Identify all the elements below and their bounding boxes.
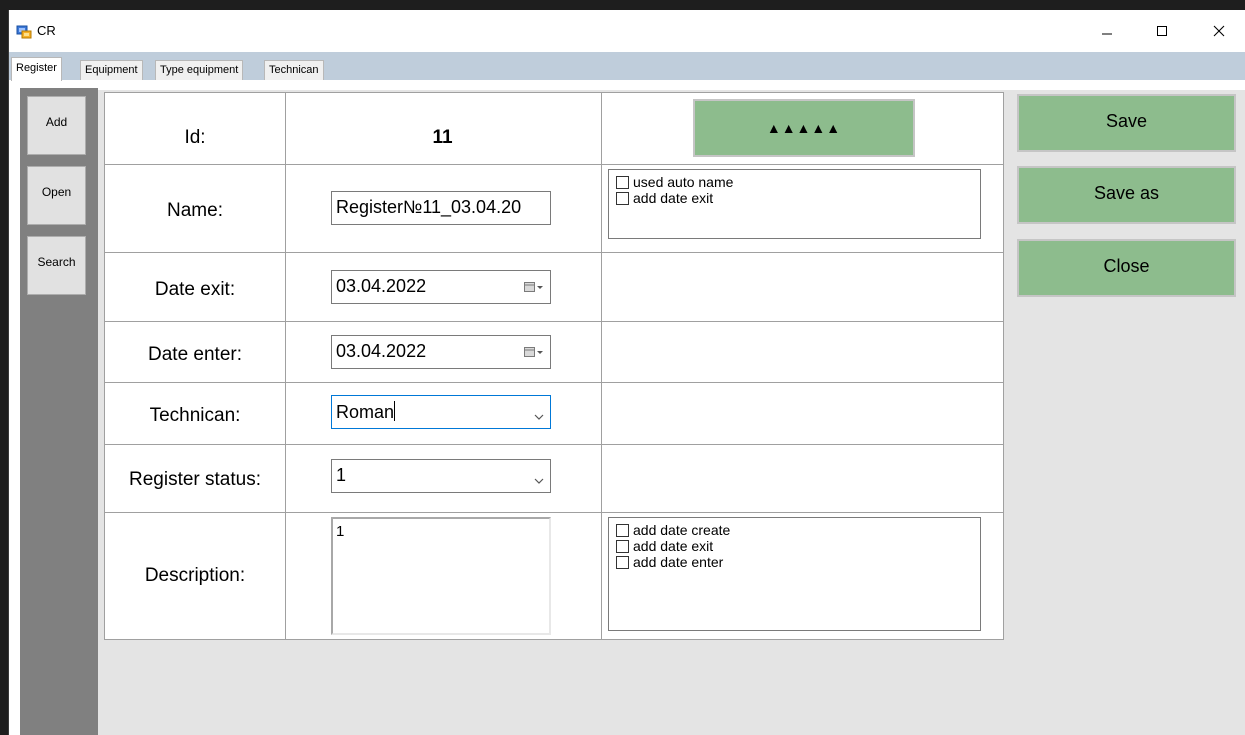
technican-value: Roman: [336, 402, 395, 422]
chevron-down-icon[interactable]: [534, 470, 544, 491]
checkbox-box: [616, 523, 629, 537]
generate-name-button[interactable]: ▲▲▲▲▲: [693, 99, 915, 157]
maximize-button[interactable]: [1139, 10, 1185, 52]
date-exit-value: 03.04.2022: [336, 276, 427, 296]
name-add-date-exit-checkbox[interactable]: add date exit: [616, 190, 980, 206]
add-button[interactable]: Add: [27, 96, 86, 155]
technican-label: Technican:: [149, 405, 241, 426]
description-label: Description:: [144, 565, 246, 586]
date-enter-picker[interactable]: 03.04.2022: [331, 335, 551, 369]
app-window: CR Register Equipment Type equipment Tec…: [8, 10, 1245, 735]
checkbox-box: [616, 175, 629, 189]
search-button[interactable]: Search: [27, 236, 86, 295]
checkbox-label: add date enter: [633, 554, 724, 570]
minimize-icon: [1102, 33, 1112, 35]
chevron-down-icon[interactable]: [534, 406, 544, 427]
name-options-group: used auto name add date exit: [608, 169, 981, 239]
checkbox-label: add date exit: [633, 190, 714, 206]
grid-line: [105, 252, 1003, 253]
technican-combobox[interactable]: Roman: [331, 395, 551, 429]
description-textarea[interactable]: 1: [331, 517, 551, 635]
checkbox-label: add date exit: [633, 538, 714, 554]
maximize-icon: [1157, 26, 1167, 36]
close-window-button[interactable]: [1196, 10, 1242, 52]
used-auto-name-checkbox[interactable]: used auto name: [616, 174, 980, 190]
sidebar: Add Open Search: [20, 88, 98, 735]
checkbox-box: [616, 191, 629, 205]
minimize-button[interactable]: [1084, 10, 1130, 52]
date-exit-label: Date exit:: [154, 279, 236, 300]
tab-type-equipment[interactable]: Type equipment: [155, 60, 244, 80]
save-as-button[interactable]: Save as: [1017, 166, 1236, 224]
calendar-icon[interactable]: [524, 346, 544, 358]
checkbox-label: add date create: [633, 522, 731, 538]
checkbox-box: [616, 555, 629, 569]
name-label: Name:: [167, 200, 223, 221]
name-input[interactable]: Register№11_03.04.20: [331, 191, 551, 225]
close-button[interactable]: Close: [1017, 239, 1236, 297]
calendar-icon[interactable]: [524, 281, 544, 293]
grid-line: [105, 382, 1003, 383]
register-status-combobox[interactable]: 1: [331, 459, 551, 493]
grid-line: [601, 93, 602, 639]
grid-line: [105, 321, 1003, 322]
add-date-create-checkbox[interactable]: add date create: [616, 522, 980, 538]
tab-strip: Register Equipment Type equipment Techni…: [9, 52, 1245, 81]
description-options-group: add date create add date exit add date e…: [608, 517, 981, 631]
name-input-value: Register№11_03.04.20: [336, 197, 522, 217]
description-add-date-exit-checkbox[interactable]: add date exit: [616, 538, 980, 554]
open-button[interactable]: Open: [27, 166, 86, 225]
description-value: 1: [336, 523, 345, 540]
register-status-value: 1: [336, 465, 347, 485]
text-caret: [394, 401, 396, 421]
date-exit-picker[interactable]: 03.04.2022: [331, 270, 551, 304]
grid-line: [105, 444, 1003, 445]
tab-equipment[interactable]: Equipment: [80, 60, 143, 80]
close-icon: [1213, 25, 1225, 37]
tab-register[interactable]: Register: [11, 57, 62, 81]
register-page: Add Open Search Id: 11 ▲▲▲▲▲ Name: Regis…: [9, 80, 1245, 735]
id-value: 11: [432, 127, 453, 148]
window-title: CR: [37, 23, 56, 38]
date-enter-label: Date enter:: [148, 344, 242, 365]
app-icon: [16, 25, 32, 39]
title-bar: CR: [9, 10, 1245, 52]
save-button[interactable]: Save: [1017, 94, 1236, 152]
date-enter-value: 03.04.2022: [336, 341, 427, 361]
register-form: Id: 11 ▲▲▲▲▲ Name: Register№11_03.04.20 …: [104, 92, 1004, 640]
checkbox-box: [616, 539, 629, 553]
grid-line: [285, 93, 286, 639]
grid-line: [105, 512, 1003, 513]
checkbox-label: used auto name: [633, 174, 734, 190]
background-strip: [0, 0, 1245, 10]
id-label: Id:: [184, 127, 206, 148]
add-date-enter-checkbox[interactable]: add date enter: [616, 554, 980, 570]
tab-technican[interactable]: Technican: [264, 60, 324, 80]
register-status-label: Register status:: [129, 469, 261, 490]
grid-line: [105, 164, 1003, 165]
